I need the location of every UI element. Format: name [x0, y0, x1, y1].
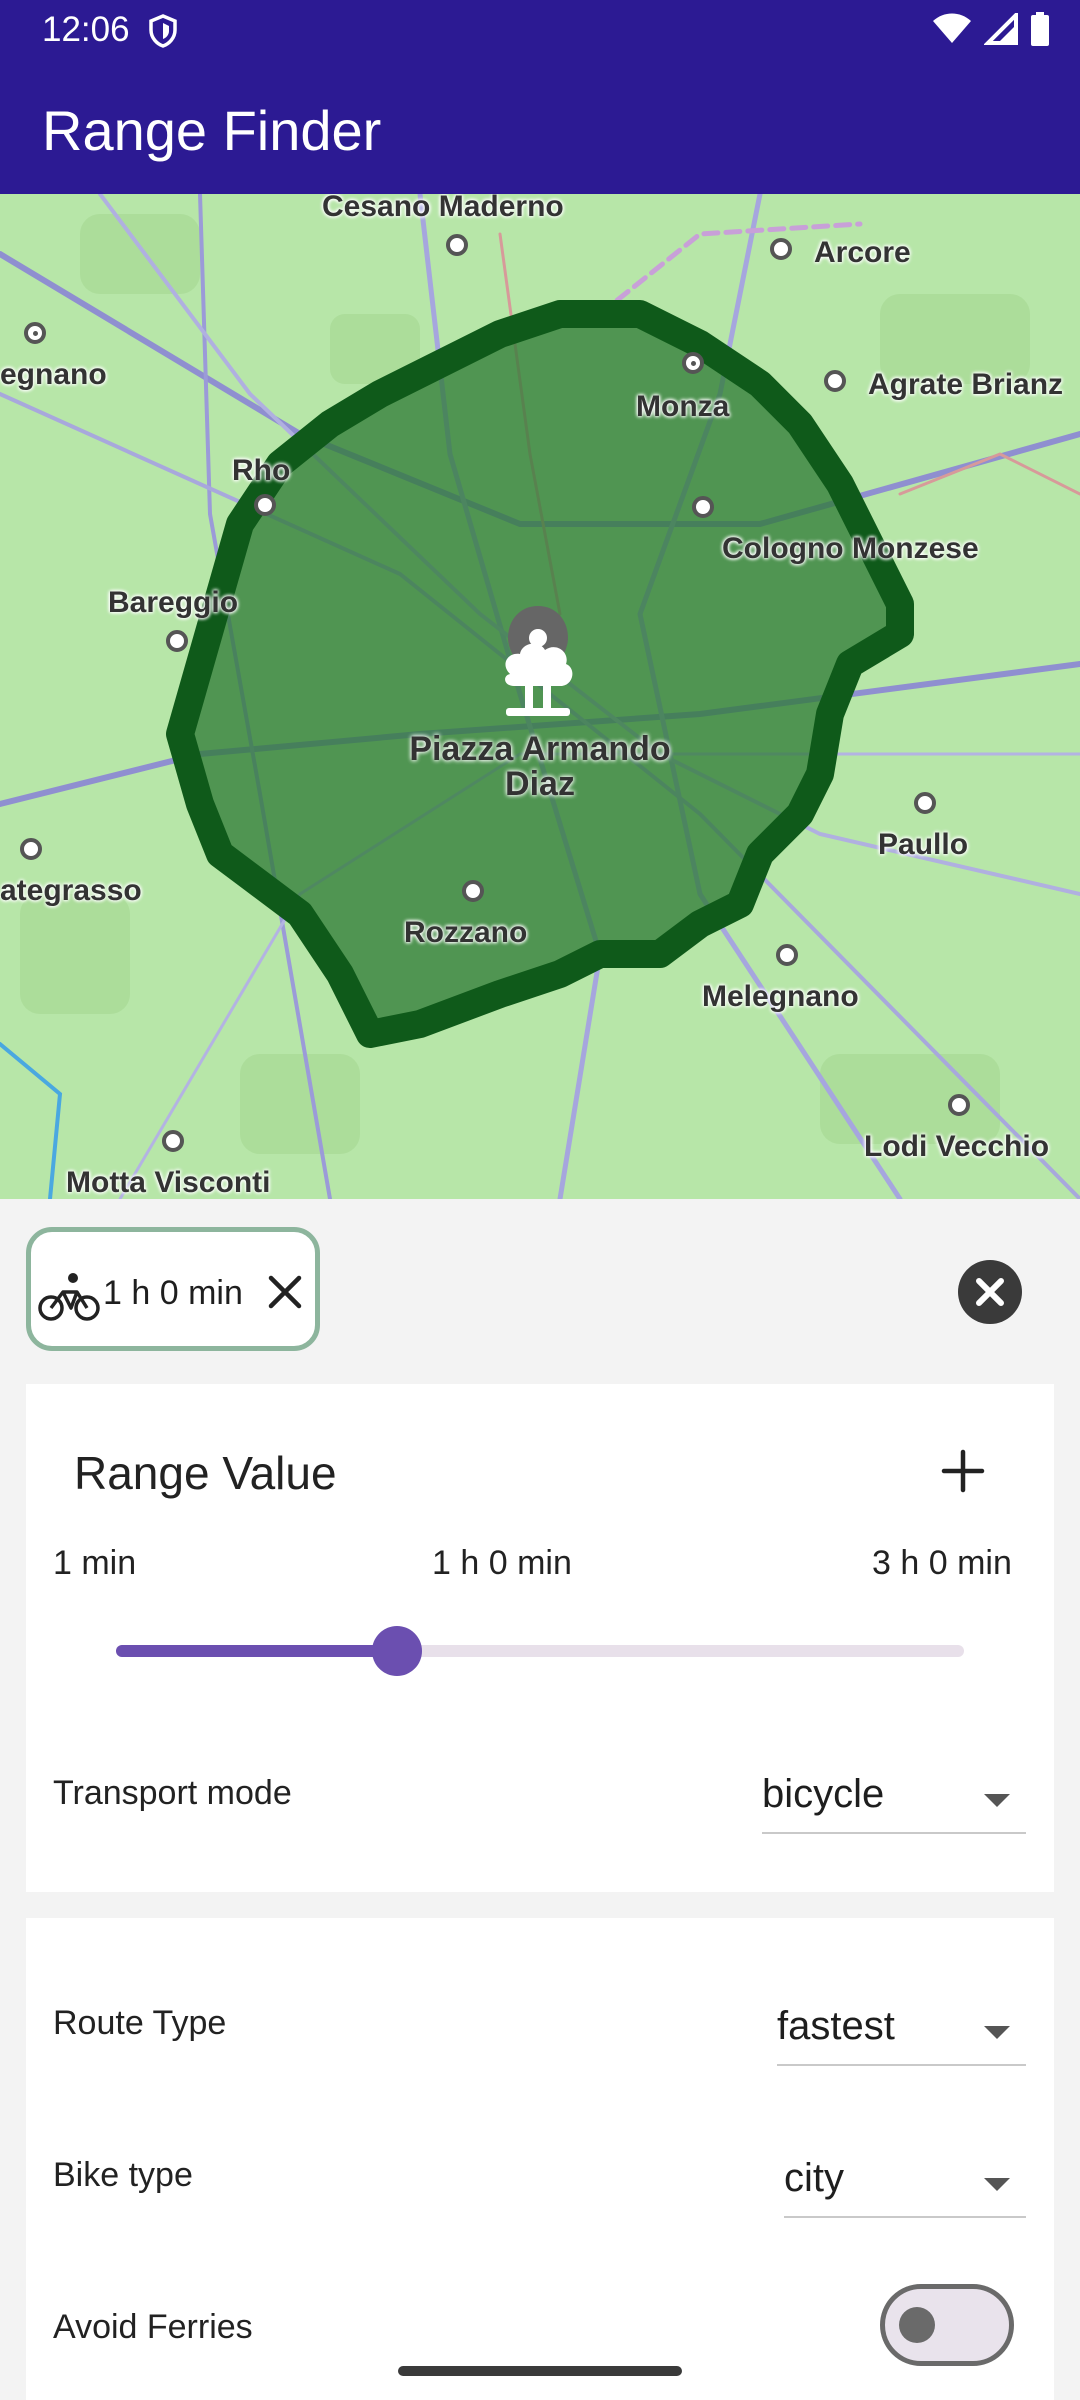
map-city-dot	[770, 238, 792, 260]
transport-mode-dropdown[interactable]: bicycle	[762, 1766, 1026, 1834]
plus-icon	[941, 1449, 985, 1493]
map-city-dot	[948, 1094, 970, 1116]
map-label-cesano-maderno: Cesano Maderno	[322, 194, 564, 223]
dropdown-arrow-icon	[984, 2026, 1010, 2039]
map-label-agrate-brianz: Agrate Brianz	[868, 368, 1064, 401]
map-view[interactable]: Cesano Maderno Arcore egnano Monza Agrat…	[0, 194, 1080, 1199]
status-icons	[932, 10, 1050, 51]
map-label-egnano: egnano	[0, 358, 107, 391]
app-bar: Range Finder	[0, 62, 1080, 194]
map-center-label: Piazza Armando Diaz	[409, 730, 671, 803]
map-city-dot	[162, 1130, 184, 1152]
home-indicator[interactable]	[398, 2366, 682, 2376]
bike-type-value: city	[784, 2156, 844, 2200]
wifi-icon	[932, 13, 972, 50]
slider-min-label: 1 min	[53, 1544, 137, 1582]
avoid-ferries-toggle[interactable]	[880, 2284, 1014, 2366]
slider-max-label: 3 h 0 min	[872, 1544, 1012, 1582]
clear-circle-icon	[976, 1278, 1004, 1306]
map-city-dot	[166, 630, 188, 652]
map-city-dot	[776, 944, 798, 966]
map-label-bareggio: Bareggio	[108, 586, 239, 619]
dropdown-arrow-icon	[984, 2178, 1010, 2191]
map-city-dot	[692, 496, 714, 518]
map-city-dot	[254, 494, 276, 516]
toggle-knob	[899, 2307, 935, 2343]
map-label-rho: Rho	[232, 454, 291, 487]
status-bar: 12:06	[0, 0, 1080, 62]
map-label-lodi-vecchio: Lodi Vecchio	[864, 1130, 1050, 1163]
route-type-label: Route Type	[53, 2004, 227, 2042]
map-label-paullo: Paullo	[878, 828, 969, 861]
battery-icon	[1030, 12, 1050, 51]
avoid-ferries-label: Avoid Ferries	[53, 2308, 253, 2346]
clear-button[interactable]	[958, 1260, 1022, 1324]
route-type-dropdown[interactable]: fastest	[777, 1998, 1026, 2066]
map-canvas	[0, 194, 1080, 1199]
bike-type-dropdown[interactable]: city	[784, 2150, 1026, 2218]
dropdown-arrow-icon	[984, 1794, 1010, 1807]
map-city-dot	[24, 322, 46, 344]
slider-track-active	[116, 1645, 396, 1657]
transport-mode-value: bicycle	[762, 1772, 885, 1816]
range-title: Range Value	[74, 1447, 337, 1499]
range-chip[interactable]: 1 h 0 min	[26, 1227, 320, 1351]
map-city-dot	[914, 792, 936, 814]
app-title: Range Finder	[42, 99, 382, 162]
status-time: 12:06	[42, 10, 130, 49]
map-city-dot	[462, 880, 484, 902]
map-label-rozzano: Rozzano	[404, 916, 528, 949]
map-label-ategrasso: ategrasso	[0, 874, 142, 907]
map-city-dot	[446, 234, 468, 256]
map-label-arcore: Arcore	[814, 236, 911, 269]
transport-mode-label: Transport mode	[53, 1774, 292, 1812]
map-label-melegnano: Melegnano	[702, 980, 859, 1013]
map-label-cologno-monzese: Cologno Monzese	[722, 532, 979, 565]
map-label-monza: Monza	[636, 390, 730, 423]
bike-type-label: Bike type	[53, 2156, 193, 2194]
bicycle-icon	[37, 1270, 101, 1327]
route-type-value: fastest	[777, 2004, 895, 2048]
slider-current-label: 1 h 0 min	[432, 1544, 572, 1582]
map-city-dot	[20, 838, 42, 860]
shield-icon	[148, 14, 178, 53]
map-label-motta-visconti: Motta Visconti	[66, 1166, 271, 1199]
chip-label: 1 h 0 min	[103, 1274, 243, 1312]
close-icon[interactable]	[265, 1272, 305, 1317]
map-city-dot	[682, 352, 704, 374]
signal-icon	[983, 10, 1018, 50]
map-city-dot	[824, 370, 846, 392]
slider-thumb[interactable]	[372, 1626, 422, 1676]
add-range-button[interactable]	[940, 1448, 986, 1499]
